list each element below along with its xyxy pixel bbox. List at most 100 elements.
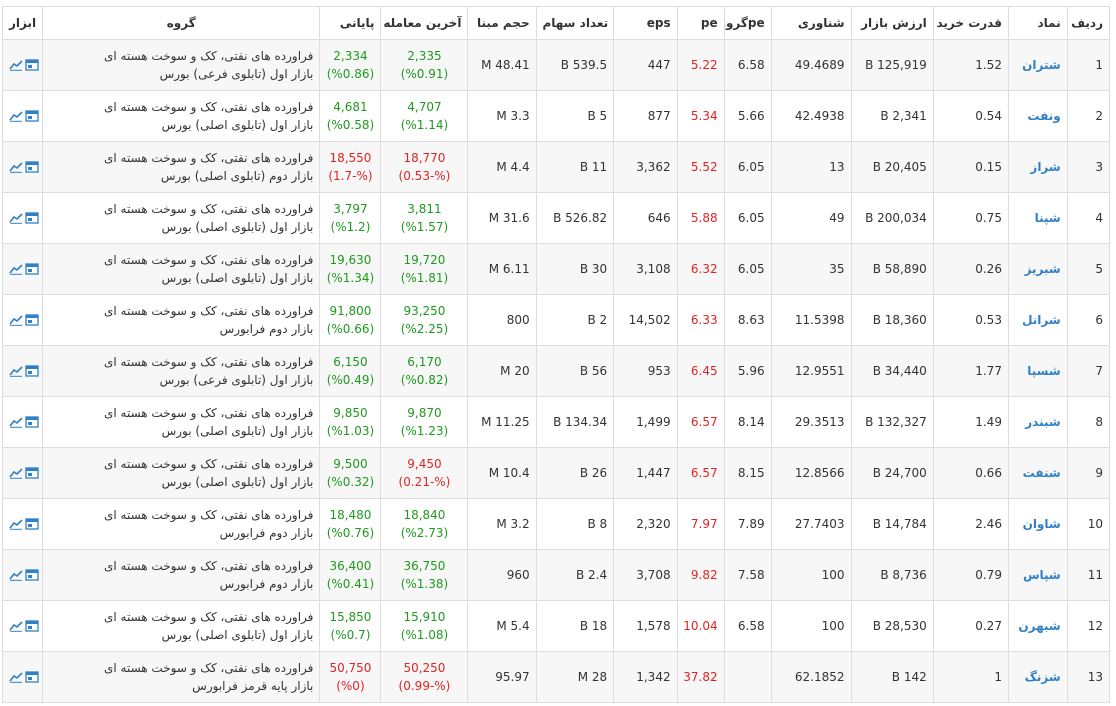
line-chart-icon[interactable]	[9, 365, 23, 377]
window-detail-icon[interactable]	[25, 467, 39, 479]
header-symbol[interactable]: نماد	[1007, 6, 1068, 40]
base-volume-cell: M 11.25	[467, 396, 537, 448]
base-volume-cell: M 20	[467, 345, 537, 397]
group-cell: فراورده های نفتی، کک و سوخت هسته ای بازار…	[42, 651, 321, 703]
close-cell: 36,400 (%0.41)	[319, 549, 382, 601]
window-detail-icon[interactable]	[25, 569, 39, 581]
tools-cell	[1, 498, 44, 550]
float-cell: 12.8566	[770, 447, 852, 499]
line-chart-icon[interactable]	[9, 569, 23, 581]
symbol-link[interactable]: شنفت	[1007, 447, 1068, 499]
close-price: 50,750	[329, 661, 372, 675]
table-row[interactable]: 12 شبهرن 0.27 B 28,530 100 6.58 10.04 1,578 B 18…	[1, 600, 1111, 652]
group-cell: فراورده های نفتی، کک و سوخت هسته ای بازار…	[42, 243, 321, 295]
symbol-link[interactable]: شپنا	[1007, 192, 1068, 244]
last-trade-price: 36,750	[403, 559, 446, 573]
symbol-link[interactable]: شبهرن	[1007, 600, 1068, 652]
group-market: بازار دوم فرابورس	[219, 577, 314, 591]
header-group-pe[interactable]: peگروه	[723, 6, 772, 40]
line-chart-icon[interactable]	[9, 263, 23, 275]
last-trade-cell: 4,707 (%1.14)	[380, 90, 469, 142]
close-cell: 18,480 (%0.76)	[319, 498, 382, 550]
line-chart-icon[interactable]	[9, 110, 23, 122]
header-buy-power[interactable]: قدرت خرید	[932, 6, 1009, 40]
window-detail-icon[interactable]	[25, 365, 39, 377]
float-cell: 100	[770, 549, 852, 601]
window-detail-icon[interactable]	[25, 518, 39, 530]
header-eps[interactable]: eps	[613, 6, 678, 40]
symbol-link[interactable]: شاوان	[1007, 498, 1068, 550]
header-base-volume[interactable]: حجم مبنا	[467, 6, 537, 40]
market-cap-cell: B 20,405	[850, 141, 934, 193]
window-detail-icon[interactable]	[25, 212, 39, 224]
line-chart-icon[interactable]	[9, 467, 23, 479]
table-row[interactable]: 5 شبریز 0.26 B 58,890 35 6.05 6.32 3,108 B 30 M 6…	[1, 243, 1111, 295]
group-pe-cell	[723, 651, 772, 703]
line-chart-icon[interactable]	[9, 518, 23, 530]
group-cell: فراورده های نفتی، کک و سوخت هسته ای بازار…	[42, 600, 321, 652]
market-cap-cell: B 14,784	[850, 498, 934, 550]
row-index: 9	[1066, 447, 1111, 499]
header-idx[interactable]: ردیف	[1066, 6, 1111, 40]
tools-cell	[1, 651, 44, 703]
window-detail-icon[interactable]	[25, 110, 39, 122]
table-row[interactable]: 6 شرانل 0.53 B 18,360 11.5398 8.63 6.33 14,502 B…	[1, 294, 1111, 346]
header-close[interactable]: پایانی	[319, 6, 382, 40]
group-cell: فراورده های نفتی، کک و سوخت هسته ای بازار…	[42, 447, 321, 499]
line-chart-icon[interactable]	[9, 620, 23, 632]
group-cell: فراورده های نفتی، کک و سوخت هسته ای بازار…	[42, 294, 321, 346]
close-percent: (%0)	[336, 679, 365, 693]
table-row[interactable]: 2 ونفت 0.54 B 2,341 42.4938 5.66 5.34 877 B 5M 3…	[1, 90, 1111, 142]
close-price: 4,681	[333, 100, 368, 114]
window-detail-icon[interactable]	[25, 416, 39, 428]
line-chart-icon[interactable]	[9, 161, 23, 173]
last-trade-percent: (%2.25)	[400, 322, 449, 336]
header-shares[interactable]: تعداد سهام	[535, 6, 615, 40]
pe-cell: 5.88	[676, 192, 725, 244]
window-detail-icon[interactable]	[25, 161, 39, 173]
table-row[interactable]: 11 شپاس 0.79 B 8,736 100 7.58 9.82 3,708 B 2.4 96…	[1, 549, 1111, 601]
symbol-link[interactable]: شرانل	[1007, 294, 1068, 346]
eps-cell: 3,362	[613, 141, 678, 193]
table-row[interactable]: 13 شزنگ 1 B 142 62.1852 37.82 1,342 M 28 95.97 50…	[1, 651, 1111, 703]
header-market-cap[interactable]: ارزش بازار	[850, 6, 934, 40]
header-float[interactable]: شناوری	[770, 6, 852, 40]
symbol-link[interactable]: شپاس	[1007, 549, 1068, 601]
window-detail-icon[interactable]	[25, 314, 39, 326]
table-row[interactable]: 8 شبندر 1.49 B 132,327 29.3513 8.14 6.57 1,499 B…	[1, 396, 1111, 448]
market-cap-cell: B 2,341	[850, 90, 934, 142]
group-cell: فراورده های نفتی، کک و سوخت هسته ای بازار…	[42, 345, 321, 397]
header-pe[interactable]: pe	[676, 6, 725, 40]
table-row[interactable]: 9 شنفت 0.66 B 24,700 12.8566 8.15 6.57 1,447 B 2…	[1, 447, 1111, 499]
window-detail-icon[interactable]	[25, 59, 39, 71]
last-trade-percent: (%-0.21)	[398, 475, 451, 489]
line-chart-icon[interactable]	[9, 212, 23, 224]
symbol-link[interactable]: ونفت	[1007, 90, 1068, 142]
table-row[interactable]: 4 شپنا 0.75 B 200,034 49 6.05 5.88 646 B 526.82 M…	[1, 192, 1111, 244]
shares-cell: B 2.4	[535, 549, 615, 601]
symbol-link[interactable]: شبندر	[1007, 396, 1068, 448]
symbol-link[interactable]: شزنگ	[1007, 651, 1068, 703]
line-chart-icon[interactable]	[9, 416, 23, 428]
line-chart-icon[interactable]	[9, 671, 23, 683]
line-chart-icon[interactable]	[9, 314, 23, 326]
symbol-link[interactable]: شتران	[1007, 39, 1068, 91]
window-detail-icon[interactable]	[25, 620, 39, 632]
symbol-link[interactable]: شسپا	[1007, 345, 1068, 397]
table-row[interactable]: 10 شاوان 2.46 B 14,784 27.7403 7.89 7.97 2,320 B…	[1, 498, 1111, 550]
eps-cell: 877	[613, 90, 678, 142]
window-detail-icon[interactable]	[25, 263, 39, 275]
shares-cell: B 5	[535, 90, 615, 142]
line-chart-icon[interactable]	[9, 59, 23, 71]
symbol-link[interactable]: شراز	[1007, 141, 1068, 193]
window-detail-icon[interactable]	[25, 671, 39, 683]
tools-cell	[1, 396, 44, 448]
table-row[interactable]: 3 شراز 0.15 B 20,405 13 6.05 5.52 3,362 B 11 M 4.…	[1, 141, 1111, 193]
group-industry: فراورده های نفتی، کک و سوخت هسته ای	[103, 457, 314, 471]
pe-cell: 5.52	[676, 141, 725, 193]
table-row[interactable]: 1 شتران 1.52 B 125,919 49.4689 6.58 5.22 447 B 5…	[1, 39, 1111, 91]
symbol-link[interactable]: شبریز	[1007, 243, 1068, 295]
table-row[interactable]: 7 شسپا 1.77 B 34,440 12.9551 5.96 6.45 953 B 56 M…	[1, 345, 1111, 397]
header-last-trade[interactable]: آخرین معامله	[380, 6, 469, 40]
shares-cell: B 18	[535, 600, 615, 652]
